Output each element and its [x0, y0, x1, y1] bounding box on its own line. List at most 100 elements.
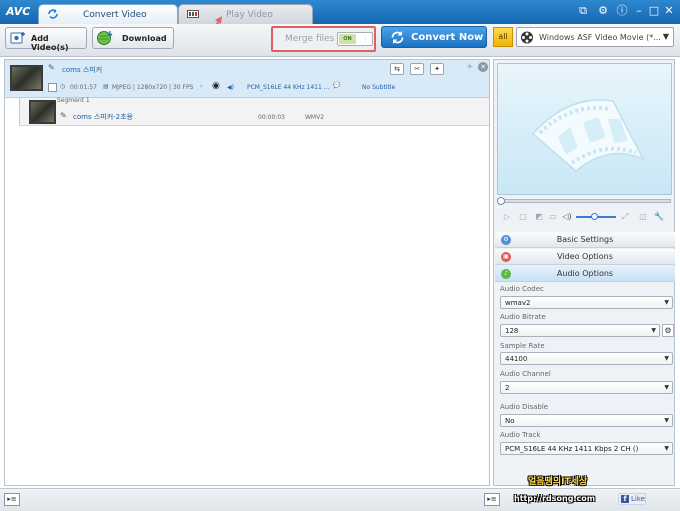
audio-track-icon[interactable]: ◉: [212, 81, 220, 91]
film-icon: [187, 10, 199, 18]
tab-play-video-label: Play Video: [226, 10, 273, 20]
chevron-down-icon: ▼: [651, 327, 656, 334]
folder-icon[interactable]: ▭: [548, 212, 558, 222]
remove-file-icon[interactable]: ✕: [478, 62, 488, 72]
task-panel-icon[interactable]: ▸≡: [484, 493, 500, 506]
film-strip-icon: [531, 99, 645, 172]
output-profile-select[interactable]: Windows ASF Video Movie (*... ▼: [516, 27, 674, 47]
globe-download-icon: [97, 31, 113, 45]
audio-track-value: PCM_S16LE 44 KHz 1411 Kbps 2 CH (): [505, 445, 639, 453]
volume-icon[interactable]: ◁): [562, 212, 572, 222]
file-name: coms 스피커: [62, 66, 103, 74]
wrench-icon[interactable]: 🔧: [654, 212, 664, 222]
audio-channel-label: Audio Channel: [500, 370, 551, 378]
chevron-right-icon: ›: [200, 83, 203, 90]
fullscreen-icon[interactable]: ⤢: [620, 212, 630, 222]
expand-panel-icon[interactable]: ▸≡: [4, 493, 20, 506]
video-thumbnail: [10, 65, 43, 91]
edit-pencil-icon[interactable]: ✎: [60, 111, 67, 120]
section-audio-options[interactable]: ♪ Audio Options: [495, 266, 675, 282]
segment-header: Segment 1: [57, 97, 90, 104]
chevron-down-icon: ▼: [664, 355, 669, 362]
facebook-icon: f: [621, 495, 629, 503]
download-button[interactable]: Download: [92, 27, 174, 49]
edit-pencil-icon[interactable]: ✎: [48, 63, 55, 72]
close-icon[interactable]: ✕: [662, 4, 676, 18]
chevron-down-icon: ▼: [664, 417, 669, 424]
seek-handle[interactable]: [497, 197, 505, 205]
audio-channel-value: 2: [505, 384, 510, 392]
stop-icon[interactable]: ▢: [518, 212, 528, 222]
merge-toggle-on: ON: [339, 34, 356, 44]
output-profile-value: Windows ASF Video Movie (*...: [539, 33, 661, 42]
minimize-icon[interactable]: –: [632, 4, 646, 18]
merge-files-toggle[interactable]: ON ⋮⋮: [337, 32, 376, 46]
file-item[interactable]: ✎ coms 스피커 ◷ 00:01:57 ▤ MJPEG | 1280x720…: [5, 60, 489, 98]
settings-small-icon[interactable]: ◫: [638, 212, 648, 222]
gear-icon[interactable]: ⚙: [596, 4, 610, 18]
tab-convert-video-label: Convert Video: [83, 10, 147, 20]
scissors-icon[interactable]: ✂: [410, 63, 424, 75]
tab-convert-video[interactable]: Convert Video: [38, 4, 178, 24]
toggle-grip-icon: ⋮⋮: [362, 35, 376, 43]
section-video-options[interactable]: ▣ Video Options: [495, 249, 675, 265]
plus-icon[interactable]: +: [466, 62, 474, 72]
restore-icon[interactable]: ⧉: [576, 4, 590, 18]
audio-info[interactable]: PCM_S16LE 44 KHz 1411 ...: [247, 84, 329, 91]
add-videos-button[interactable]: Add Video(s): [5, 27, 87, 52]
watermark-text: 얼음땡의IT세상: [528, 477, 588, 487]
video-info-icon: ▤: [103, 83, 109, 90]
info-icon[interactable]: ⓘ: [615, 4, 629, 18]
audio-codec-label: Audio Codec: [500, 285, 544, 293]
file-list: ✎ coms 스피커 ◷ 00:01:57 ▤ MJPEG | 1280x720…: [4, 59, 490, 486]
snapshot-icon[interactable]: ◩: [534, 212, 544, 222]
clock-icon: ◷: [60, 83, 66, 90]
chevron-down-icon: ▼: [664, 384, 669, 391]
audio-track-label: Audio Track: [500, 431, 541, 439]
audio-disable-label: Audio Disable: [500, 403, 549, 411]
speaker-icon: ◀): [227, 84, 234, 91]
file-checkbox[interactable]: [48, 83, 57, 92]
magic-wand-icon[interactable]: ✦: [430, 63, 444, 75]
section-basic-settings[interactable]: ⚙ Basic Settings: [495, 232, 675, 248]
audio-track-select[interactable]: PCM_S16LE 44 KHz 1411 Kbps 2 CH () ▼: [500, 442, 673, 455]
film-reel-icon: [521, 31, 533, 44]
section-audio-options-label: Audio Options: [556, 269, 614, 278]
sample-rate-label: Sample Rate: [500, 342, 545, 350]
audio-codec-select[interactable]: wmav2 ▼: [500, 296, 673, 309]
convert-now-label: Convert Now: [411, 32, 484, 43]
play-icon[interactable]: ▷: [502, 212, 512, 222]
maximize-icon[interactable]: □: [647, 4, 661, 18]
section-video-options-label: Video Options: [557, 252, 613, 261]
bitrate-settings-icon[interactable]: ⚙: [662, 324, 674, 337]
sample-rate-value: 44100: [505, 355, 528, 363]
segment-item[interactable]: Segment 1 ✎ coms 스피커-2초용 00:00:03 WMV2: [19, 97, 489, 126]
audio-disable-value: No: [505, 417, 515, 425]
app-logo: AVC: [6, 5, 31, 18]
apply-to-all-button[interactable]: all: [493, 27, 513, 47]
audio-codec-value: wmav2: [505, 299, 531, 307]
facebook-like-button[interactable]: f Like: [618, 493, 646, 505]
like-label: Like: [631, 495, 645, 503]
audio-channel-select[interactable]: 2 ▼: [500, 381, 673, 394]
file-duration: 00:01:57: [70, 84, 97, 91]
download-label: Download: [122, 34, 167, 43]
merge-files-label: Merge files: [285, 34, 335, 44]
volume-handle[interactable]: [591, 213, 598, 220]
sample-rate-select[interactable]: 44100 ▼: [500, 352, 673, 365]
section-basic-settings-label: Basic Settings: [556, 235, 614, 244]
video-preview: [497, 63, 672, 195]
chevron-down-icon: ▼: [664, 299, 669, 306]
audio-bitrate-select[interactable]: 128 ▼: [500, 324, 660, 337]
audio-disable-select[interactable]: No ▼: [500, 414, 673, 427]
video-info: MJPEG | 1280x720 | 30 FPS: [112, 84, 194, 91]
refresh-icon: [48, 9, 58, 19]
seek-bar[interactable]: [497, 197, 671, 205]
convert-refresh-icon: [391, 31, 404, 44]
subtitle-selector[interactable]: No Subtitle: [362, 84, 395, 91]
convert-now-button[interactable]: Convert Now: [381, 26, 487, 48]
add-video-icon: [10, 32, 25, 44]
tab-play-video[interactable]: Play Video: [178, 4, 313, 24]
subtitle-icon: 💬: [333, 82, 341, 89]
swap-icon[interactable]: ⇆: [390, 63, 404, 75]
